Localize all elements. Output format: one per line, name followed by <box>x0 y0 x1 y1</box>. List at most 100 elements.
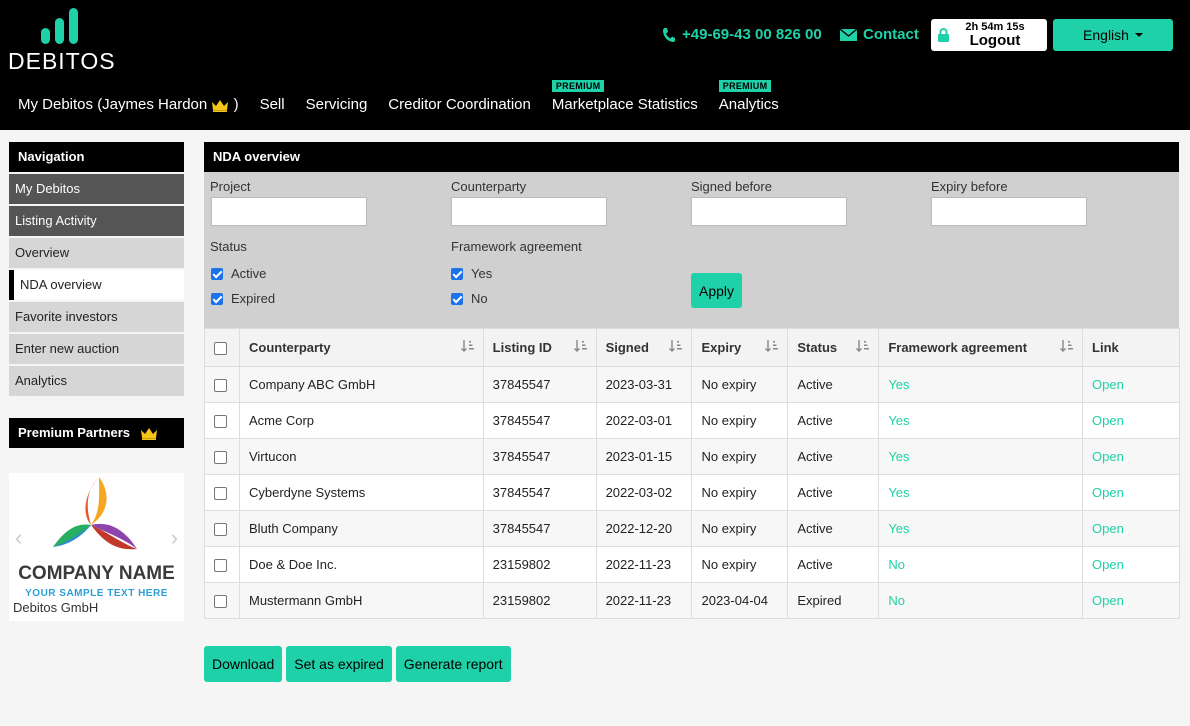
chevron-left-icon[interactable]: ‹ <box>15 525 22 551</box>
sort-icon[interactable] <box>669 340 683 353</box>
row-checkbox[interactable] <box>214 487 227 501</box>
partner-tagline: YOUR SAMPLE TEXT HERE <box>25 588 168 599</box>
column-header-status[interactable]: Status <box>787 328 880 367</box>
open-link[interactable]: Open <box>1082 366 1180 403</box>
project-input[interactable] <box>211 197 367 226</box>
framework-no-checkbox[interactable]: No <box>451 291 488 306</box>
cell-framework-agreement: Yes <box>878 474 1084 511</box>
topnav-marketplace-statistics[interactable]: PREMIUM Marketplace Statistics <box>551 80 698 113</box>
table-row[interactable]: Doe & Doe Inc. 23159802 2022-11-23 No ex… <box>204 546 1180 583</box>
generate-report-button[interactable]: Generate report <box>395 646 511 682</box>
row-checkbox[interactable] <box>214 595 227 609</box>
sidebar-item-enter-new-auction[interactable]: Enter new auction <box>9 334 184 364</box>
row-checkbox[interactable] <box>214 523 227 537</box>
column-header-listing-id[interactable]: Listing ID <box>482 328 597 367</box>
column-header-label: Link <box>1092 340 1119 355</box>
sort-icon[interactable] <box>1060 340 1074 353</box>
topnav-label: Servicing <box>305 96 368 113</box>
sidebar: Navigation My Debitos Listing Activity O… <box>9 142 184 396</box>
checkbox-checked-icon[interactable] <box>451 267 463 280</box>
table-row[interactable]: Bluth Company 37845547 2022-12-20 No exp… <box>204 510 1180 547</box>
cell-listing-id: 23159802 <box>482 546 597 583</box>
row-checkbox[interactable] <box>214 415 227 429</box>
partner-caption: Debitos GmbH <box>13 600 99 615</box>
table-row[interactable]: Virtucon 37845547 2023-01-15 No expiry A… <box>204 438 1180 475</box>
row-checkbox[interactable] <box>214 559 227 573</box>
open-link[interactable]: Open <box>1082 474 1180 511</box>
topnav-label: Analytics <box>718 96 779 113</box>
open-link[interactable]: Open <box>1082 438 1180 475</box>
topnav-creditor-coordination[interactable]: Creditor Coordination <box>388 96 531 113</box>
topnav-servicing[interactable]: Servicing <box>306 96 368 113</box>
row-select-cell[interactable] <box>204 546 240 583</box>
sidebar-item-favorite-investors[interactable]: Favorite investors <box>9 302 184 332</box>
column-header-framework-agreement[interactable]: Framework agreement <box>878 328 1084 367</box>
cell-framework-agreement: No <box>878 546 1084 583</box>
sidebar-item-my-debitos[interactable]: My Debitos <box>9 174 184 204</box>
signed-before-input[interactable] <box>691 197 847 226</box>
open-link[interactable]: Open <box>1082 582 1180 619</box>
sort-icon[interactable] <box>765 340 779 353</box>
debitos-logo[interactable]: DEBITOS <box>8 8 115 74</box>
sort-icon[interactable] <box>573 340 588 353</box>
cell-listing-id: 37845547 <box>482 402 597 439</box>
status-label: Status <box>210 239 247 254</box>
status-expired-checkbox[interactable]: Expired <box>211 291 275 306</box>
row-select-cell[interactable] <box>204 438 240 475</box>
status-active-checkbox[interactable]: Active <box>211 266 266 281</box>
topnav-label: Marketplace Statistics <box>551 96 698 113</box>
row-select-cell[interactable] <box>204 402 240 439</box>
topnav-sell[interactable]: Sell <box>260 96 285 113</box>
table-row[interactable]: Company ABC GmbH 37845547 2023-03-31 No … <box>204 366 1180 403</box>
sidebar-item-overview[interactable]: Overview <box>9 238 184 268</box>
row-checkbox[interactable] <box>214 451 227 465</box>
table-row[interactable]: Acme Corp 37845547 2022-03-01 No expiry … <box>204 402 1180 439</box>
select-all-cell[interactable] <box>204 328 240 367</box>
row-select-cell[interactable] <box>204 366 240 403</box>
phone-link[interactable]: +49-69-43 00 826 00 <box>662 26 822 43</box>
row-select-cell[interactable] <box>204 474 240 511</box>
expiry-before-input[interactable] <box>931 197 1087 226</box>
row-checkbox[interactable] <box>214 379 227 393</box>
table-row[interactable]: Mustermann GmbH 23159802 2022-11-23 2023… <box>204 582 1180 619</box>
select-all-checkbox[interactable] <box>214 342 227 356</box>
language-dropdown[interactable]: English <box>1053 19 1173 51</box>
sidebar-item-listing-activity[interactable]: Listing Activity <box>9 206 184 236</box>
apply-button[interactable]: Apply <box>691 273 742 308</box>
partner-carousel[interactable]: ‹ › COMPANY NAME YOUR SAMPLE TEXT HERE <box>9 473 184 621</box>
checkbox-checked-icon[interactable] <box>211 292 223 305</box>
table-row[interactable]: Cyberdyne Systems 37845547 2022-03-02 No… <box>204 474 1180 511</box>
open-link[interactable]: Open <box>1082 510 1180 547</box>
cell-status: Active <box>787 510 880 547</box>
row-select-cell[interactable] <box>204 582 240 619</box>
cell-signed: 2022-11-23 <box>595 546 693 583</box>
row-select-cell[interactable] <box>204 510 240 547</box>
logout-button[interactable]: 2h 54m 15s Logout <box>931 19 1047 51</box>
sidebar-item-nda-overview[interactable]: NDA overview <box>9 270 184 300</box>
open-link[interactable]: Open <box>1082 402 1180 439</box>
counterparty-input[interactable] <box>451 197 607 226</box>
sort-icon[interactable] <box>856 340 870 353</box>
column-header-signed[interactable]: Signed <box>595 328 693 367</box>
sidebar-item-analytics[interactable]: Analytics <box>9 366 184 396</box>
topnav-analytics[interactable]: PREMIUM Analytics <box>718 80 779 113</box>
cell-listing-id: 37845547 <box>482 438 597 475</box>
partner-logo-icon <box>53 477 137 550</box>
column-header-label: Signed <box>605 340 649 355</box>
set-as-expired-button[interactable]: Set as expired <box>286 646 392 682</box>
topnav-my-debitos[interactable]: My Debitos (Jaymes Hardon ) <box>18 96 239 113</box>
sort-icon[interactable] <box>460 340 475 353</box>
cell-framework-agreement: Yes <box>878 510 1084 547</box>
column-header-counterparty[interactable]: Counterparty <box>238 328 484 367</box>
cell-listing-id: 37845547 <box>482 474 597 511</box>
contact-link[interactable]: Contact <box>840 26 919 43</box>
chevron-right-icon[interactable]: › <box>171 525 178 551</box>
checkbox-checked-icon[interactable] <box>451 292 463 305</box>
checkbox-checked-icon[interactable] <box>211 267 223 280</box>
download-button[interactable]: Download <box>204 646 283 682</box>
topnav-label: Creditor Coordination <box>388 96 531 113</box>
framework-yes-checkbox[interactable]: Yes <box>451 266 492 281</box>
column-header-expiry[interactable]: Expiry <box>691 328 789 367</box>
cell-signed: 2022-03-01 <box>595 402 693 439</box>
open-link[interactable]: Open <box>1082 546 1180 583</box>
